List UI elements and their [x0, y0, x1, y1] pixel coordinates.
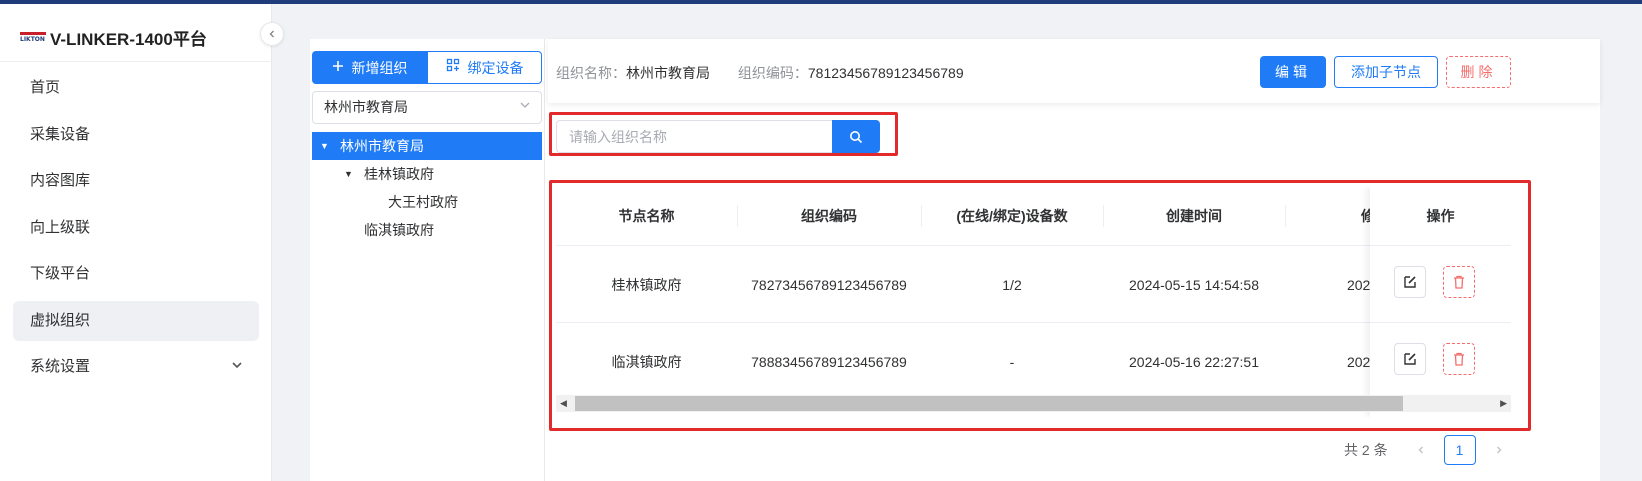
search-icon [850, 130, 863, 143]
tree-panel-divider [544, 39, 545, 481]
edit-button[interactable]: 编辑 [1260, 56, 1326, 88]
org-code-label: 组织编码： [737, 65, 808, 81]
scroll-left-arrow-icon[interactable]: ◀ [560, 395, 567, 412]
org-name-label: 组织名称： [556, 65, 626, 81]
column-header-org-code: 组织编码 [801, 208, 857, 224]
caret-down-icon[interactable]: ▼ [320, 132, 329, 160]
sidebar-divider [0, 61, 272, 62]
column-header-actions: 操作 [1426, 208, 1455, 224]
sidebar-collapse-button[interactable] [260, 22, 284, 46]
chevron-left-icon [1418, 446, 1423, 454]
org-table: 节点名称 组织编码 (在线/绑定)设备数 创建时间 修改 桂林镇政府 78273… [556, 187, 1511, 417]
cell-device-count: 1/2 [1002, 276, 1022, 293]
sidebar-item-capture-devices[interactable]: 采集设备 [13, 115, 259, 155]
org-name-value: 林州市教育局 [626, 65, 710, 81]
cell-node-name: 临淇镇政府 [611, 353, 682, 370]
operation-column: 操作 [1370, 187, 1511, 417]
sidebar-item-virtual-org[interactable]: 虚拟组织 [13, 300, 259, 341]
tree-node-guilin[interactable]: ▼ 桂林镇政府 [312, 160, 542, 188]
app-title: V-LINKER-1400平台 [50, 29, 207, 49]
sidebar: LIKTON V-LINKER-1400平台 首页 采集设备 内容图库 向上级联… [0, 4, 272, 481]
add-org-button[interactable]: 新增组织 [312, 51, 427, 84]
column-header-node-name: 节点名称 [618, 208, 675, 224]
org-info-card: 组织名称：林州市教育局 组织编码：78123456789123456789 编辑… [548, 39, 1600, 103]
org-info-text: 组织名称：林州市教育局 组织编码：78123456789123456789 [556, 63, 988, 83]
tree-node-dawang[interactable]: 大王村政府 [312, 188, 542, 216]
tree-node-root[interactable]: ▼ 林州市教育局 [312, 132, 542, 160]
delete-button[interactable]: 删除 [1446, 56, 1511, 88]
plus-icon [332, 59, 344, 77]
org-tree-panel: 新增组织 绑定设备 林州市教育局 ▼ 林州市教育局 ▼ 桂林镇政府 大王村政府 … [310, 39, 542, 481]
sidebar-item-system-settings[interactable]: 系统设置 [13, 347, 259, 387]
pagination-prev-button[interactable] [1406, 442, 1436, 458]
column-header-device-count: (在线/绑定)设备数 [956, 208, 1068, 224]
app-logo: LIKTON V-LINKER-1400平台 [20, 22, 207, 52]
sidebar-item-content-gallery[interactable]: 内容图库 [13, 161, 259, 201]
pagination-next-button[interactable] [1484, 442, 1514, 458]
org-select[interactable]: 林州市教育局 [312, 91, 542, 124]
org-search-input[interactable] [556, 120, 834, 153]
main-content: 新增组织 绑定设备 林州市教育局 ▼ 林州市教育局 ▼ 桂林镇政府 大王村政府 … [272, 4, 1642, 481]
sidebar-nav: 首页 采集设备 内容图库 向上级联 下级平台 虚拟组织 系统设置 [13, 68, 259, 394]
org-tree: ▼ 林州市教育局 ▼ 桂林镇政府 大王村政府 临淇镇政府 [312, 132, 542, 244]
chevron-left-icon [269, 30, 274, 38]
row-edit-button[interactable] [1394, 266, 1426, 298]
sidebar-item-home[interactable]: 首页 [13, 68, 259, 108]
chevron-down-icon [519, 92, 531, 123]
cell-node-name: 桂林镇政府 [611, 276, 682, 293]
org-code-value: 78123456789123456789 [807, 65, 964, 81]
brand-logo-icon: LIKTON [20, 31, 46, 43]
edit-icon [1404, 276, 1416, 288]
trash-icon [1454, 352, 1464, 366]
cell-created-time: 2024-05-15 14:54:58 [1129, 276, 1259, 293]
tree-node-linqi[interactable]: 临淇镇政府 [312, 216, 542, 244]
cell-created-time: 2024-05-16 22:27:51 [1129, 353, 1259, 370]
table-row: 桂林镇政府 78273456789123456789 1/2 2024-05-1… [556, 245, 1511, 322]
pagination-page-button[interactable]: 1 [1443, 435, 1476, 465]
add-child-node-button[interactable]: 添加子节点 [1334, 56, 1438, 88]
sidebar-item-lower-platform[interactable]: 下级平台 [13, 254, 259, 294]
trash-icon [1454, 275, 1464, 289]
cell-org-code: 78273456789123456789 [751, 276, 907, 293]
column-header-created-time: 创建时间 [1166, 208, 1222, 224]
edit-icon [1404, 353, 1416, 365]
caret-down-icon[interactable]: ▼ [344, 160, 353, 188]
row-delete-button[interactable] [1443, 343, 1475, 375]
sidebar-item-upper-cascade[interactable]: 向上级联 [13, 208, 259, 248]
cell-org-code: 78883456789123456789 [751, 353, 907, 370]
pagination-total: 共 2 条 [1344, 442, 1388, 458]
row-edit-button[interactable] [1394, 343, 1426, 375]
row-delete-button[interactable] [1443, 266, 1475, 298]
scrollbar-thumb[interactable] [575, 396, 1403, 411]
content-panel: 新增组织 绑定设备 林州市教育局 ▼ 林州市教育局 ▼ 桂林镇政府 大王村政府 … [310, 39, 1600, 481]
scroll-right-arrow-icon[interactable]: ▶ [1500, 395, 1507, 412]
bind-device-button[interactable]: 绑定设备 [427, 51, 542, 84]
pagination: 共 2 条 1 [1344, 434, 1514, 466]
cell-device-count: - [1009, 353, 1015, 370]
chevron-down-icon [231, 347, 243, 387]
chevron-right-icon [1496, 446, 1502, 454]
table-row: 临淇镇政府 78883456789123456789 - 2024-05-16 … [556, 322, 1511, 399]
search-button[interactable] [832, 120, 880, 153]
table-horizontal-scrollbar[interactable]: ◀ ▶ [556, 395, 1511, 412]
grid-icon [446, 58, 460, 77]
table-header: 节点名称 组织编码 (在线/绑定)设备数 创建时间 修改 [556, 187, 1511, 245]
tree-button-group: 新增组织 绑定设备 [312, 51, 542, 84]
